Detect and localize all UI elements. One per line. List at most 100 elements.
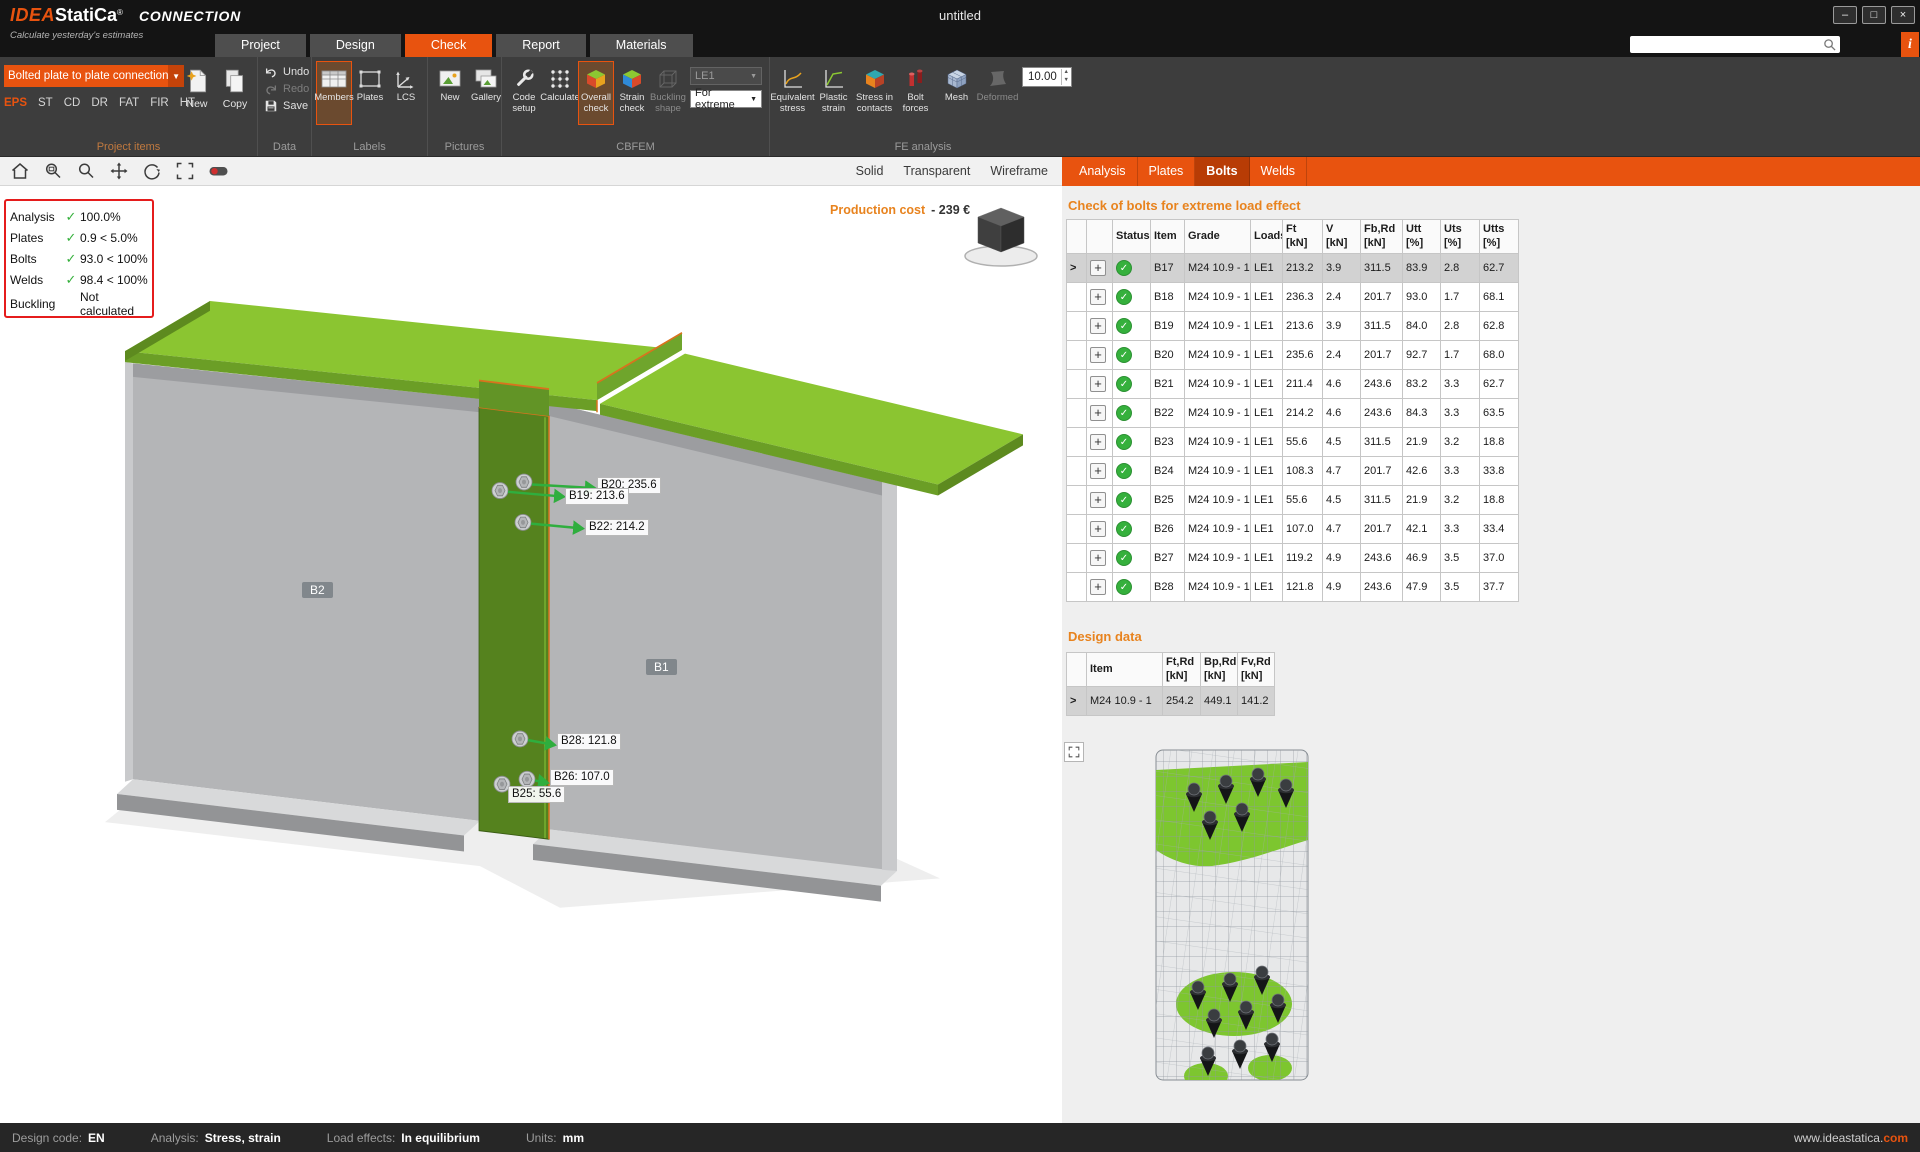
minimize-button[interactable]: – <box>1833 6 1857 24</box>
table-row[interactable]: +✓B18M24 10.9 - 1LE1236.32.4201.793.01.7… <box>1067 283 1519 312</box>
row-expand-button[interactable]: + <box>1090 347 1106 363</box>
deformed-button[interactable]: Deformed <box>977 61 1018 125</box>
analysis-type-eps[interactable]: EPS <box>4 97 27 109</box>
row-expand-button[interactable]: + <box>1090 550 1106 566</box>
new-project-item-button[interactable]: New <box>181 65 213 112</box>
row-expand-button[interactable]: + <box>1090 405 1106 421</box>
zoom-button[interactable] <box>74 159 98 183</box>
table-row[interactable]: +✓B20M24 10.9 - 1LE1235.62.4201.792.71.7… <box>1067 341 1519 370</box>
calculate-button[interactable]: Calculate <box>542 61 578 125</box>
search-input[interactable] <box>1630 36 1823 53</box>
view-mode-solid[interactable]: Solid <box>856 164 884 178</box>
row-select-indicator[interactable]: > <box>1067 254 1087 283</box>
view-mode-wireframe[interactable]: Wireframe <box>990 164 1048 178</box>
undo-button[interactable]: Undo <box>264 65 311 79</box>
row-select-indicator[interactable] <box>1067 515 1087 544</box>
rotate-view-button[interactable] <box>140 159 164 183</box>
row-expand-button[interactable]: + <box>1090 260 1106 276</box>
connection-type-dropdown[interactable]: Bolted plate to plate connection desi ▼ <box>4 65 184 87</box>
row-expand-button[interactable]: + <box>1090 376 1106 392</box>
row-select-indicator[interactable]: > <box>1067 687 1087 716</box>
plates-labels-button[interactable]: Plates <box>352 61 388 125</box>
table-row[interactable]: +✓B22M24 10.9 - 1LE1214.24.6243.684.33.3… <box>1067 399 1519 428</box>
ribbon-tab-check[interactable]: Check <box>405 34 492 57</box>
gallery-button[interactable]: Gallery <box>468 61 504 125</box>
analysis-type-dr[interactable]: DR <box>91 97 108 109</box>
panel-tab-welds[interactable]: Welds <box>1250 157 1308 186</box>
panel-tab-analysis[interactable]: Analysis <box>1068 157 1138 186</box>
row-select-indicator[interactable] <box>1067 544 1087 573</box>
lcs-labels-button[interactable]: LCS <box>388 61 424 125</box>
ribbon-tab-design[interactable]: Design <box>310 34 401 57</box>
stress-in-contacts-button[interactable]: Stress in contacts <box>854 61 895 125</box>
view-mode-transparent[interactable]: Transparent <box>903 164 970 178</box>
buckling-shape-button[interactable]: Buckling shape <box>650 61 686 125</box>
row-expand-button[interactable]: + <box>1090 492 1106 508</box>
row-expand-button[interactable]: + <box>1090 318 1106 334</box>
overall-check-button[interactable]: Overall check <box>578 61 614 125</box>
row-select-indicator[interactable] <box>1067 283 1087 312</box>
members-labels-button[interactable]: Members <box>316 61 352 125</box>
spin-up-icon[interactable]: ▲ <box>1064 69 1069 77</box>
table-row[interactable]: +✓B23M24 10.9 - 1LE155.64.5311.521.93.21… <box>1067 428 1519 457</box>
table-row[interactable]: +✓B27M24 10.9 - 1LE1119.24.9243.646.93.5… <box>1067 544 1519 573</box>
row-expand-button[interactable]: + <box>1090 521 1106 537</box>
deformation-scale-spinner[interactable]: 10.00 ▲ ▼ <box>1022 67 1072 87</box>
analysis-type-fir[interactable]: FIR <box>150 97 169 109</box>
tag-tool-button[interactable] <box>206 159 230 183</box>
row-select-indicator[interactable] <box>1067 573 1087 602</box>
search-box[interactable] <box>1630 36 1840 53</box>
equivalent-stress-button[interactable]: Equivalent stress <box>772 61 813 125</box>
extreme-filter-dropdown[interactable]: For extreme ▼ <box>690 90 762 108</box>
analysis-type-st[interactable]: ST <box>38 97 53 109</box>
row-select-indicator[interactable] <box>1067 370 1087 399</box>
code-setup-button[interactable]: Code setup <box>506 61 542 125</box>
redo-button[interactable]: Redo <box>264 82 311 96</box>
panel-tab-bolts[interactable]: Bolts <box>1195 157 1249 186</box>
save-button[interactable]: Save <box>264 99 311 113</box>
plastic-strain-button[interactable]: Plastic strain <box>813 61 854 125</box>
maximize-button[interactable]: □ <box>1862 6 1886 24</box>
close-button[interactable]: × <box>1891 6 1915 24</box>
row-select-indicator[interactable] <box>1067 312 1087 341</box>
table-row[interactable]: +✓B24M24 10.9 - 1LE1108.34.7201.742.63.3… <box>1067 457 1519 486</box>
model-3d-view[interactable] <box>0 186 1062 1123</box>
ribbon-tab-report[interactable]: Report <box>496 34 586 57</box>
fit-view-button[interactable] <box>173 159 197 183</box>
row-select-indicator[interactable] <box>1067 399 1087 428</box>
row-expand-button[interactable]: + <box>1090 434 1106 450</box>
bolt-forces-button[interactable]: Bolt forces <box>895 61 936 125</box>
table-row[interactable]: >M24 10.9 - 1254.2449.1141.2 <box>1067 687 1275 716</box>
copy-project-item-button[interactable]: Copy <box>219 65 251 112</box>
info-button[interactable]: i <box>1901 32 1919 57</box>
strain-check-button[interactable]: Strain check <box>614 61 650 125</box>
search-icon[interactable] <box>1823 38 1836 51</box>
table-row[interactable]: >+✓B17M24 10.9 - 1LE1213.23.9311.583.92.… <box>1067 254 1519 283</box>
table-row[interactable]: +✓B26M24 10.9 - 1LE1107.04.7201.742.13.3… <box>1067 515 1519 544</box>
row-expand-button[interactable]: + <box>1090 579 1106 595</box>
row-select-indicator[interactable] <box>1067 341 1087 370</box>
ribbon-tab-project[interactable]: Project <box>215 34 306 57</box>
load-effect-dropdown[interactable]: LE1 ▼ <box>690 67 762 85</box>
spin-down-icon[interactable]: ▼ <box>1064 77 1069 85</box>
mesh-button[interactable]: Mesh <box>936 61 977 125</box>
table-row[interactable]: +✓B25M24 10.9 - 1LE155.64.5311.521.93.21… <box>1067 486 1519 515</box>
ribbon-tab-materials[interactable]: Materials <box>590 34 693 57</box>
zoom-window-button[interactable] <box>41 159 65 183</box>
website-link[interactable]: www.ideastatica.com <box>1794 1131 1908 1145</box>
analysis-type-fat[interactable]: FAT <box>119 97 139 109</box>
table-row[interactable]: +✓B28M24 10.9 - 1LE1121.84.9243.647.93.5… <box>1067 573 1519 602</box>
spinner-arrows[interactable]: ▲ ▼ <box>1061 69 1071 84</box>
new-picture-button[interactable]: New <box>432 61 468 125</box>
row-expand-button[interactable]: + <box>1090 289 1106 305</box>
table-row[interactable]: +✓B19M24 10.9 - 1LE1213.63.9311.584.02.8… <box>1067 312 1519 341</box>
expand-mesh-view-button[interactable] <box>1064 742 1084 762</box>
analysis-type-cd[interactable]: CD <box>64 97 81 109</box>
pan-button[interactable] <box>107 159 131 183</box>
row-select-indicator[interactable] <box>1067 457 1087 486</box>
home-view-button[interactable] <box>8 159 32 183</box>
table-row[interactable]: +✓B21M24 10.9 - 1LE1211.44.6243.683.23.3… <box>1067 370 1519 399</box>
view-orientation-cube[interactable] <box>958 196 1044 270</box>
model-viewport[interactable]: Analysis✓100.0%Plates✓0.9 < 5.0%Bolts✓93… <box>0 186 1062 1123</box>
row-select-indicator[interactable] <box>1067 486 1087 515</box>
